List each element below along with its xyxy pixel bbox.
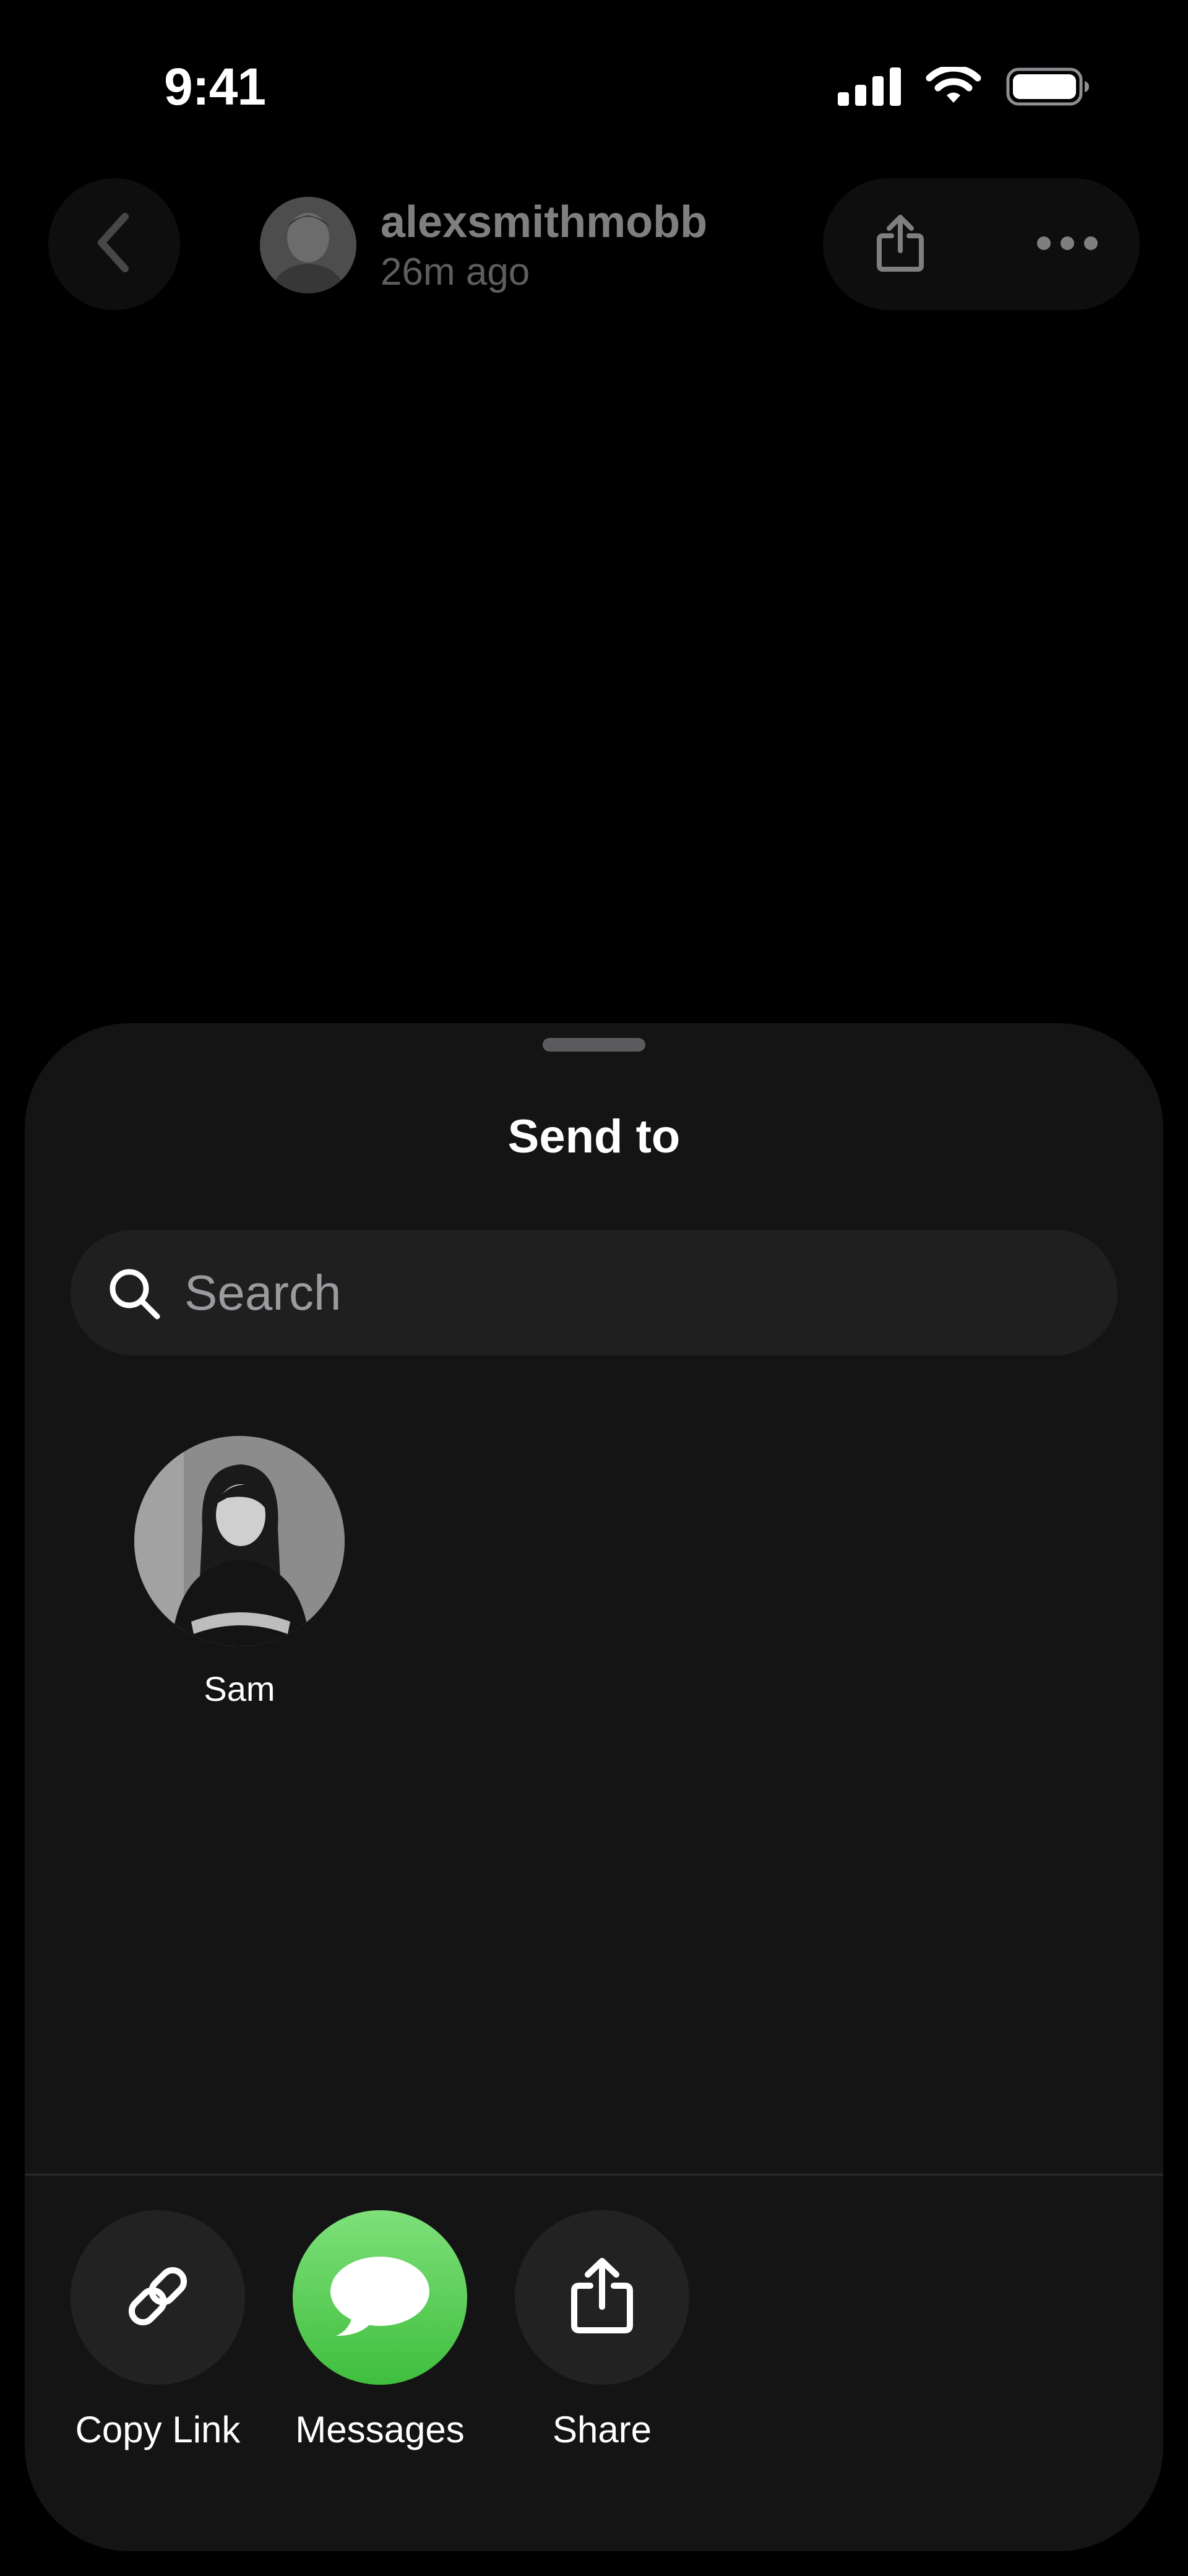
author-avatar[interactable] [260, 197, 356, 293]
screen: 9:41 alexsmithmobb 26m ago Send to Searc… [0, 0, 1188, 2576]
chevron-left-icon [93, 212, 136, 277]
header-actions [823, 178, 1140, 310]
post-timestamp: 26m ago [381, 251, 530, 293]
messages-option[interactable]: Messages [293, 2210, 467, 2451]
share-icon [568, 2256, 636, 2340]
share-button[interactable] [515, 2210, 689, 2385]
link-icon [121, 2259, 195, 2336]
search-input[interactable] [184, 1230, 1082, 1355]
contact-avatar[interactable] [134, 1436, 345, 1646]
messages-button[interactable] [293, 2210, 467, 2385]
back-button[interactable] [48, 178, 180, 310]
author-username[interactable]: alexsmithmobb [381, 197, 707, 248]
copy-link-label: Copy Link [75, 2409, 241, 2450]
cellular-signal-icon [838, 67, 901, 109]
status-icons [838, 64, 1089, 110]
wifi-icon [926, 64, 981, 110]
ellipsis-icon [1036, 236, 1098, 254]
contact-name: Sam [204, 1669, 275, 1708]
sheet-divider [25, 2174, 1163, 2176]
contact-item[interactable]: Sam [132, 1436, 346, 1709]
search-icon [106, 1266, 162, 1321]
sheet-grabber[interactable] [543, 1038, 645, 1052]
share-icon [876, 214, 925, 276]
share-label: Share [552, 2409, 652, 2450]
status-time: 9:41 [164, 58, 266, 116]
header-share-button[interactable] [866, 210, 934, 279]
sheet-title: Send to [507, 1110, 681, 1163]
messages-label: Messages [295, 2409, 465, 2450]
battery-icon [1006, 67, 1089, 109]
messages-icon [327, 2253, 433, 2343]
header-more-button[interactable] [1027, 210, 1108, 279]
share-options: Copy Link Messages Share [25, 2210, 1163, 2470]
search-bar[interactable] [71, 1230, 1117, 1355]
copy-link-button[interactable] [71, 2210, 245, 2385]
send-to-sheet: Send to Search Sam Copy Link Messages Sh… [25, 1023, 1163, 2551]
copy-link-option[interactable]: Copy Link [71, 2210, 245, 2451]
share-option[interactable]: Share [515, 2210, 689, 2451]
